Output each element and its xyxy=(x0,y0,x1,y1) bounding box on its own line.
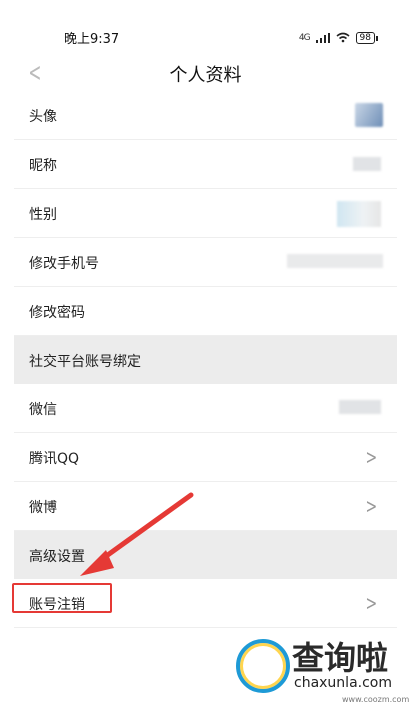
wechat-value-blurred xyxy=(339,400,381,414)
status-bar: 晚上9:37 4G 98 xyxy=(0,0,411,47)
watermark-url: chaxunla.com xyxy=(294,675,392,691)
battery-icon: 98 xyxy=(355,31,379,44)
signal-bars-icon xyxy=(315,28,330,47)
row-label: 腾讯QQ xyxy=(29,451,80,467)
row-label: 昵称 xyxy=(29,158,57,174)
section-label: 社交平台账号绑定 xyxy=(29,354,141,370)
watermark-brand: 查询啦 xyxy=(292,639,389,677)
section-header-social-binding: 社交平台账号绑定 xyxy=(14,336,397,384)
row-label: 头像 xyxy=(29,109,57,125)
row-label: 微信 xyxy=(29,402,57,418)
status-icons: 4G 98 xyxy=(298,28,379,47)
annotation-arrow-icon xyxy=(80,492,194,576)
chevron-right-icon: > xyxy=(365,445,378,469)
row-gender[interactable]: 性别 xyxy=(14,189,397,238)
nickname-value-blurred xyxy=(353,157,381,171)
row-avatar[interactable]: 头像 xyxy=(14,91,397,140)
phone-value-blurred xyxy=(287,254,383,268)
row-tencent-qq[interactable]: 腾讯QQ > xyxy=(14,433,397,482)
signal-icon: 4G xyxy=(298,32,311,43)
row-label: 微博 xyxy=(29,500,57,516)
watermark: 查询啦 chaxunla.com www.coozm.com xyxy=(232,627,409,707)
row-label: 性别 xyxy=(29,207,57,223)
row-label: 修改密码 xyxy=(29,305,85,321)
gender-value-blurred xyxy=(337,201,381,227)
row-label: 修改手机号 xyxy=(29,256,99,272)
watermark-small-url: www.coozm.com xyxy=(342,695,410,704)
chevron-right-icon: > xyxy=(365,494,378,518)
row-change-phone[interactable]: 修改手机号 xyxy=(14,238,397,287)
chevron-right-icon: > xyxy=(365,591,378,615)
nav-bar: < 个人资料 xyxy=(0,46,411,96)
wifi-icon xyxy=(336,28,350,47)
status-time: 晚上9:37 xyxy=(64,32,120,47)
page-title: 个人资料 xyxy=(169,65,242,86)
row-wechat[interactable]: 微信 xyxy=(14,384,397,433)
row-change-password[interactable]: 修改密码 xyxy=(14,287,397,336)
watermark-logo-icon xyxy=(236,639,290,693)
row-nickname[interactable]: 昵称 xyxy=(14,140,397,189)
avatar-thumbnail xyxy=(355,103,383,127)
